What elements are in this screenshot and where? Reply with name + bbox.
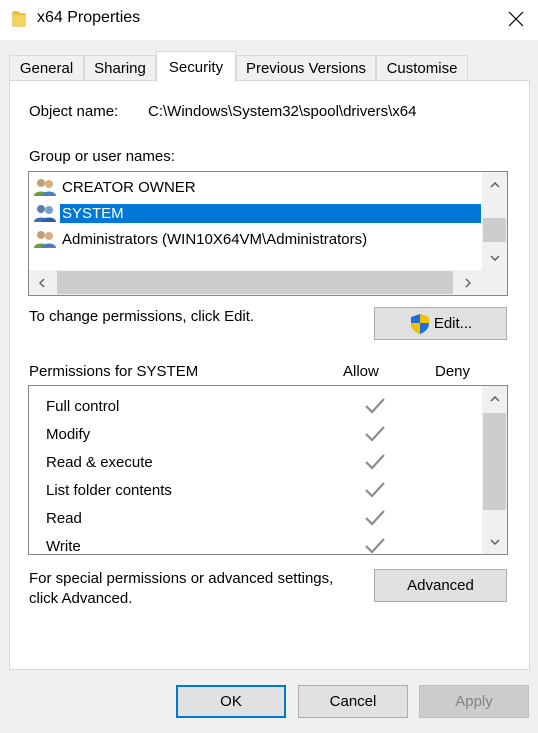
permission-row-list-folder: List folder contents — [46, 476, 476, 504]
window-title: x64 Properties — [37, 9, 141, 26]
apply-button-label: Apply — [455, 693, 493, 710]
permission-name: Full control — [46, 397, 120, 415]
list-item-label: SYSTEM — [60, 203, 481, 223]
close-icon — [508, 11, 524, 27]
check-icon — [365, 510, 385, 526]
scroll-down-button[interactable] — [482, 529, 507, 554]
check-icon — [365, 538, 385, 554]
check-icon — [365, 454, 385, 470]
permissions-list[interactable]: Full control Modify Read & execute List … — [28, 385, 508, 555]
chevron-right-icon — [464, 277, 471, 288]
chevron-up-icon — [489, 395, 500, 402]
permission-name: Read — [46, 509, 82, 527]
ok-button-label: OK — [220, 693, 242, 710]
edit-button-label: Edit... — [433, 315, 473, 332]
object-name-value: C:\Windows\System32\spool\drivers\x64 — [148, 103, 417, 120]
scroll-thumb[interactable] — [483, 218, 506, 242]
users-icon — [34, 205, 56, 222]
folder-icon — [12, 11, 26, 27]
vertical-scrollbar[interactable] — [482, 172, 507, 270]
allow-header: Allow — [343, 363, 379, 380]
deny-header: Deny — [435, 363, 471, 380]
special-permissions-text-2: click Advanced. — [29, 590, 133, 607]
tab-general[interactable]: General — [9, 55, 84, 80]
tab-label: Security — [168, 58, 224, 76]
tab-security[interactable]: Security — [156, 51, 236, 82]
object-name-label: Object name: — [29, 103, 119, 120]
group-list[interactable]: CREATOR OWNER SYSTEM Administrators (WIN… — [28, 171, 508, 296]
tab-label: Previous Versions — [245, 59, 367, 77]
list-item-label: Administrators (WIN10X64VM\Administrator… — [62, 230, 368, 248]
list-item-system[interactable]: SYSTEM — [33, 200, 481, 226]
permissions-label: Permissions for SYSTEM — [29, 363, 199, 380]
permission-row-read-execute: Read & execute — [46, 448, 476, 476]
shield-icon — [410, 313, 429, 334]
tab-label: Customise — [386, 59, 458, 77]
scroll-up-button[interactable] — [482, 172, 507, 197]
vertical-scrollbar[interactable] — [482, 386, 507, 554]
title-bar: x64 Properties — [0, 0, 538, 40]
advanced-button-label: Advanced — [407, 577, 474, 594]
permission-row-read: Read — [46, 504, 476, 532]
list-item-label: CREATOR OWNER — [62, 178, 196, 196]
users-icon — [34, 231, 56, 248]
permission-name: Modify — [46, 425, 91, 443]
check-icon — [365, 482, 385, 498]
permission-row-modify: Modify — [46, 420, 476, 448]
scroll-corner — [482, 270, 507, 295]
group-label: Group or user names: — [29, 148, 175, 165]
permission-row-full-control: Full control — [46, 392, 476, 420]
chevron-left-icon — [38, 277, 45, 288]
permission-name: Write — [46, 537, 81, 555]
chevron-down-icon — [489, 538, 500, 545]
special-permissions-text-1: For special permissions or advanced sett… — [29, 570, 334, 587]
users-icon — [34, 179, 56, 196]
close-button[interactable] — [498, 2, 534, 36]
chevron-down-icon — [489, 254, 500, 261]
tab-label: General — [19, 59, 74, 77]
permission-name: List folder contents — [46, 481, 172, 499]
advanced-button[interactable]: Advanced — [374, 569, 507, 602]
scroll-right-button[interactable] — [455, 270, 480, 295]
ok-button[interactable]: OK — [176, 685, 286, 718]
tab-customise[interactable]: Customise — [376, 55, 468, 80]
list-item-creator-owner[interactable]: CREATOR OWNER — [33, 174, 481, 200]
chevron-up-icon — [489, 181, 500, 188]
apply-button[interactable]: Apply — [419, 685, 529, 718]
scroll-left-button[interactable] — [29, 270, 54, 295]
permission-row-write: Write — [46, 532, 476, 555]
tab-sharing[interactable]: Sharing — [84, 55, 156, 80]
tab-label: Sharing — [94, 59, 146, 77]
check-icon — [365, 398, 385, 414]
edit-button[interactable]: Edit... — [374, 307, 507, 340]
cancel-button[interactable]: Cancel — [298, 685, 408, 718]
scroll-thumb[interactable] — [57, 271, 453, 294]
tab-previous-versions[interactable]: Previous Versions — [236, 55, 376, 80]
check-icon — [365, 426, 385, 442]
scroll-down-button[interactable] — [482, 245, 507, 270]
list-item-administrators[interactable]: Administrators (WIN10X64VM\Administrator… — [33, 226, 481, 252]
cancel-button-label: Cancel — [329, 693, 377, 710]
horizontal-scrollbar[interactable] — [29, 270, 482, 295]
scroll-up-button[interactable] — [482, 386, 507, 411]
change-permissions-text: To change permissions, click Edit. — [29, 308, 255, 325]
permission-name: Read & execute — [46, 453, 153, 471]
scroll-thumb[interactable] — [483, 413, 506, 510]
